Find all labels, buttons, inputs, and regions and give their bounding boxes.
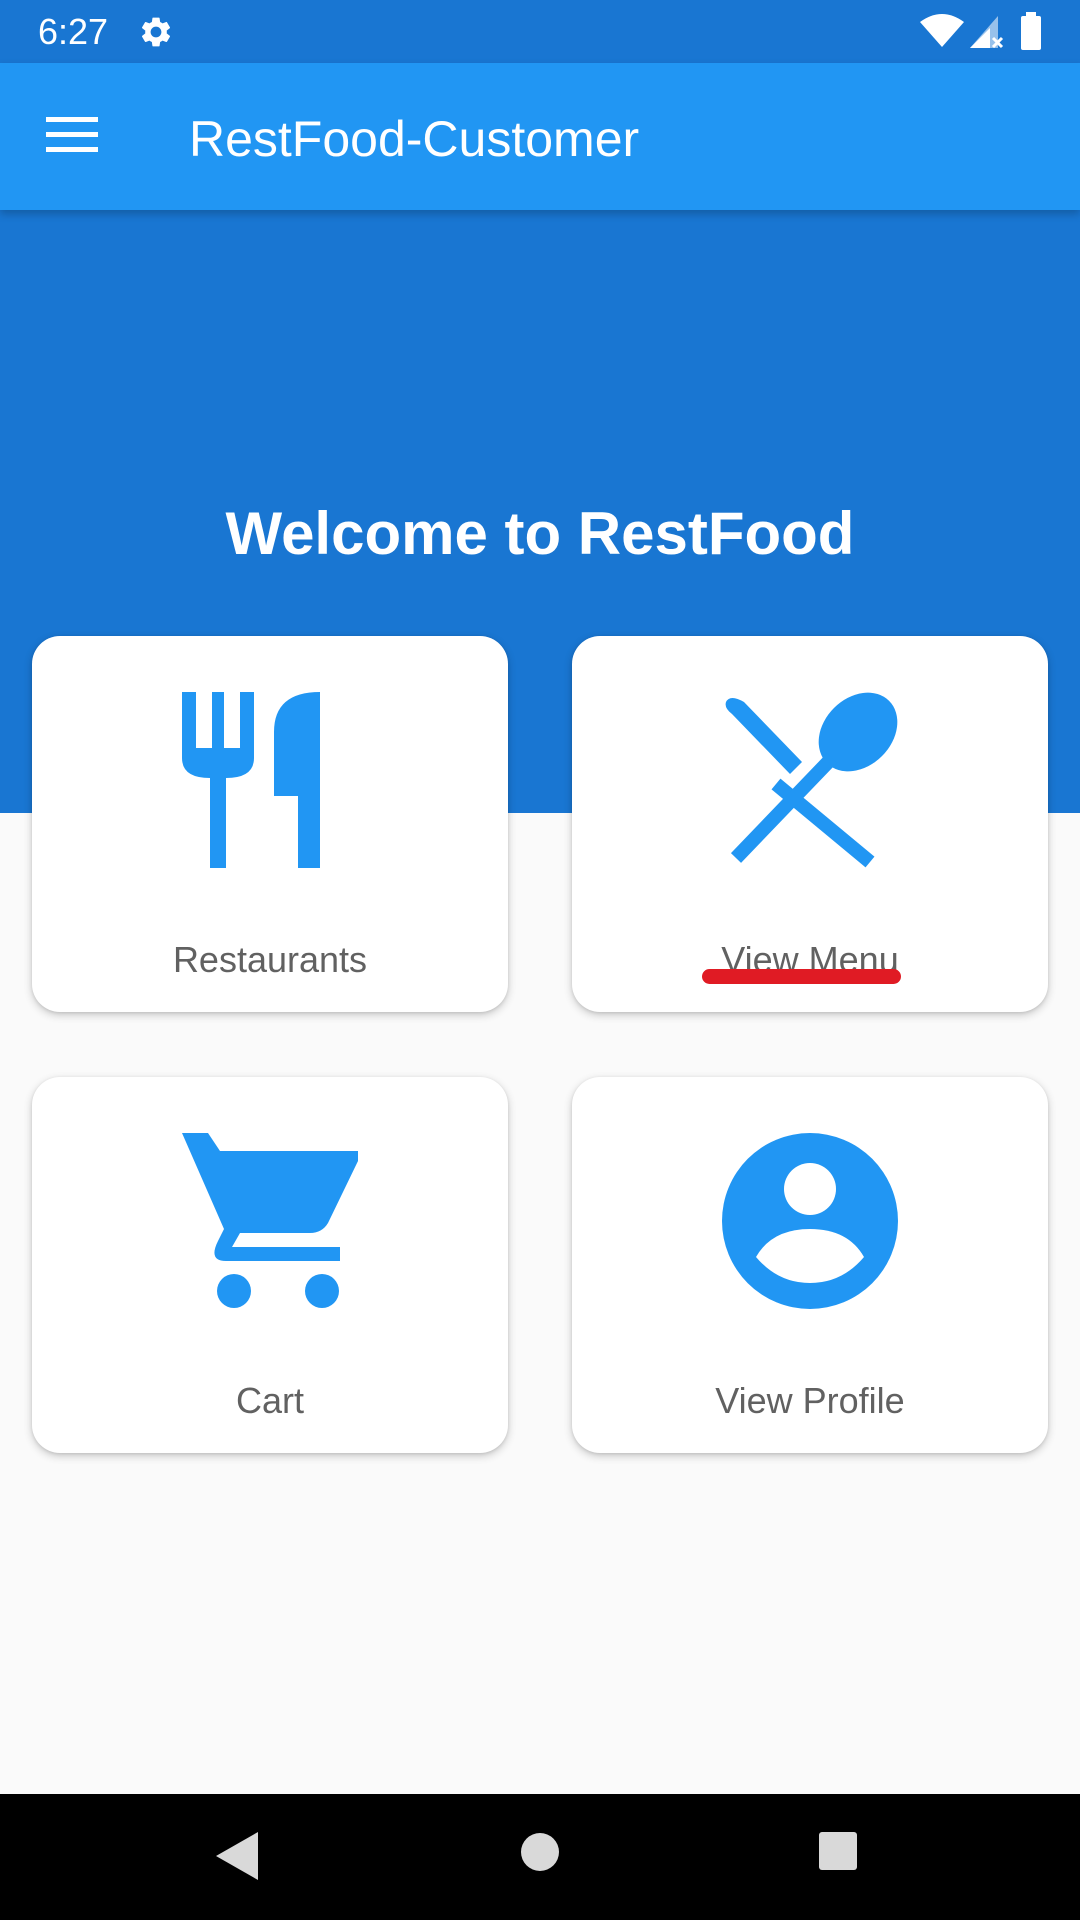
status-time: 6:27 [38,11,109,52]
app-bar: RestFood-Customer [0,63,1080,210]
wifi-icon [920,14,964,47]
app-title: RestFood-Customer [189,111,640,167]
navigation-bar [0,1794,1080,1920]
status-bar: 6:27 [0,0,1080,63]
welcome-heading: Welcome to RestFood [225,500,855,567]
fork-knife-icon [182,692,320,868]
back-icon[interactable] [214,1830,260,1882]
gear-icon [141,17,171,47]
account-circle-icon [722,1133,898,1309]
signal-icon [970,16,1004,49]
cart-card[interactable]: Cart [32,1077,508,1453]
view-profile-card[interactable]: View Profile [572,1077,1048,1453]
battery-icon [1021,12,1041,50]
shopping-cart-icon [182,1133,358,1308]
annotation-underline [702,969,901,984]
cart-label: Cart [235,1380,304,1421]
view-menu-card[interactable]: View Menu [572,636,1048,1012]
recents-icon[interactable] [818,1831,858,1871]
restaurants-card[interactable]: Restaurants [32,636,508,1012]
hamburger-menu-icon[interactable] [46,115,98,155]
restaurants-label: Restaurants [172,939,368,980]
view-profile-label: View Profile [715,1380,905,1421]
utensils-crossed-icon [725,692,898,868]
home-icon[interactable] [520,1832,560,1872]
